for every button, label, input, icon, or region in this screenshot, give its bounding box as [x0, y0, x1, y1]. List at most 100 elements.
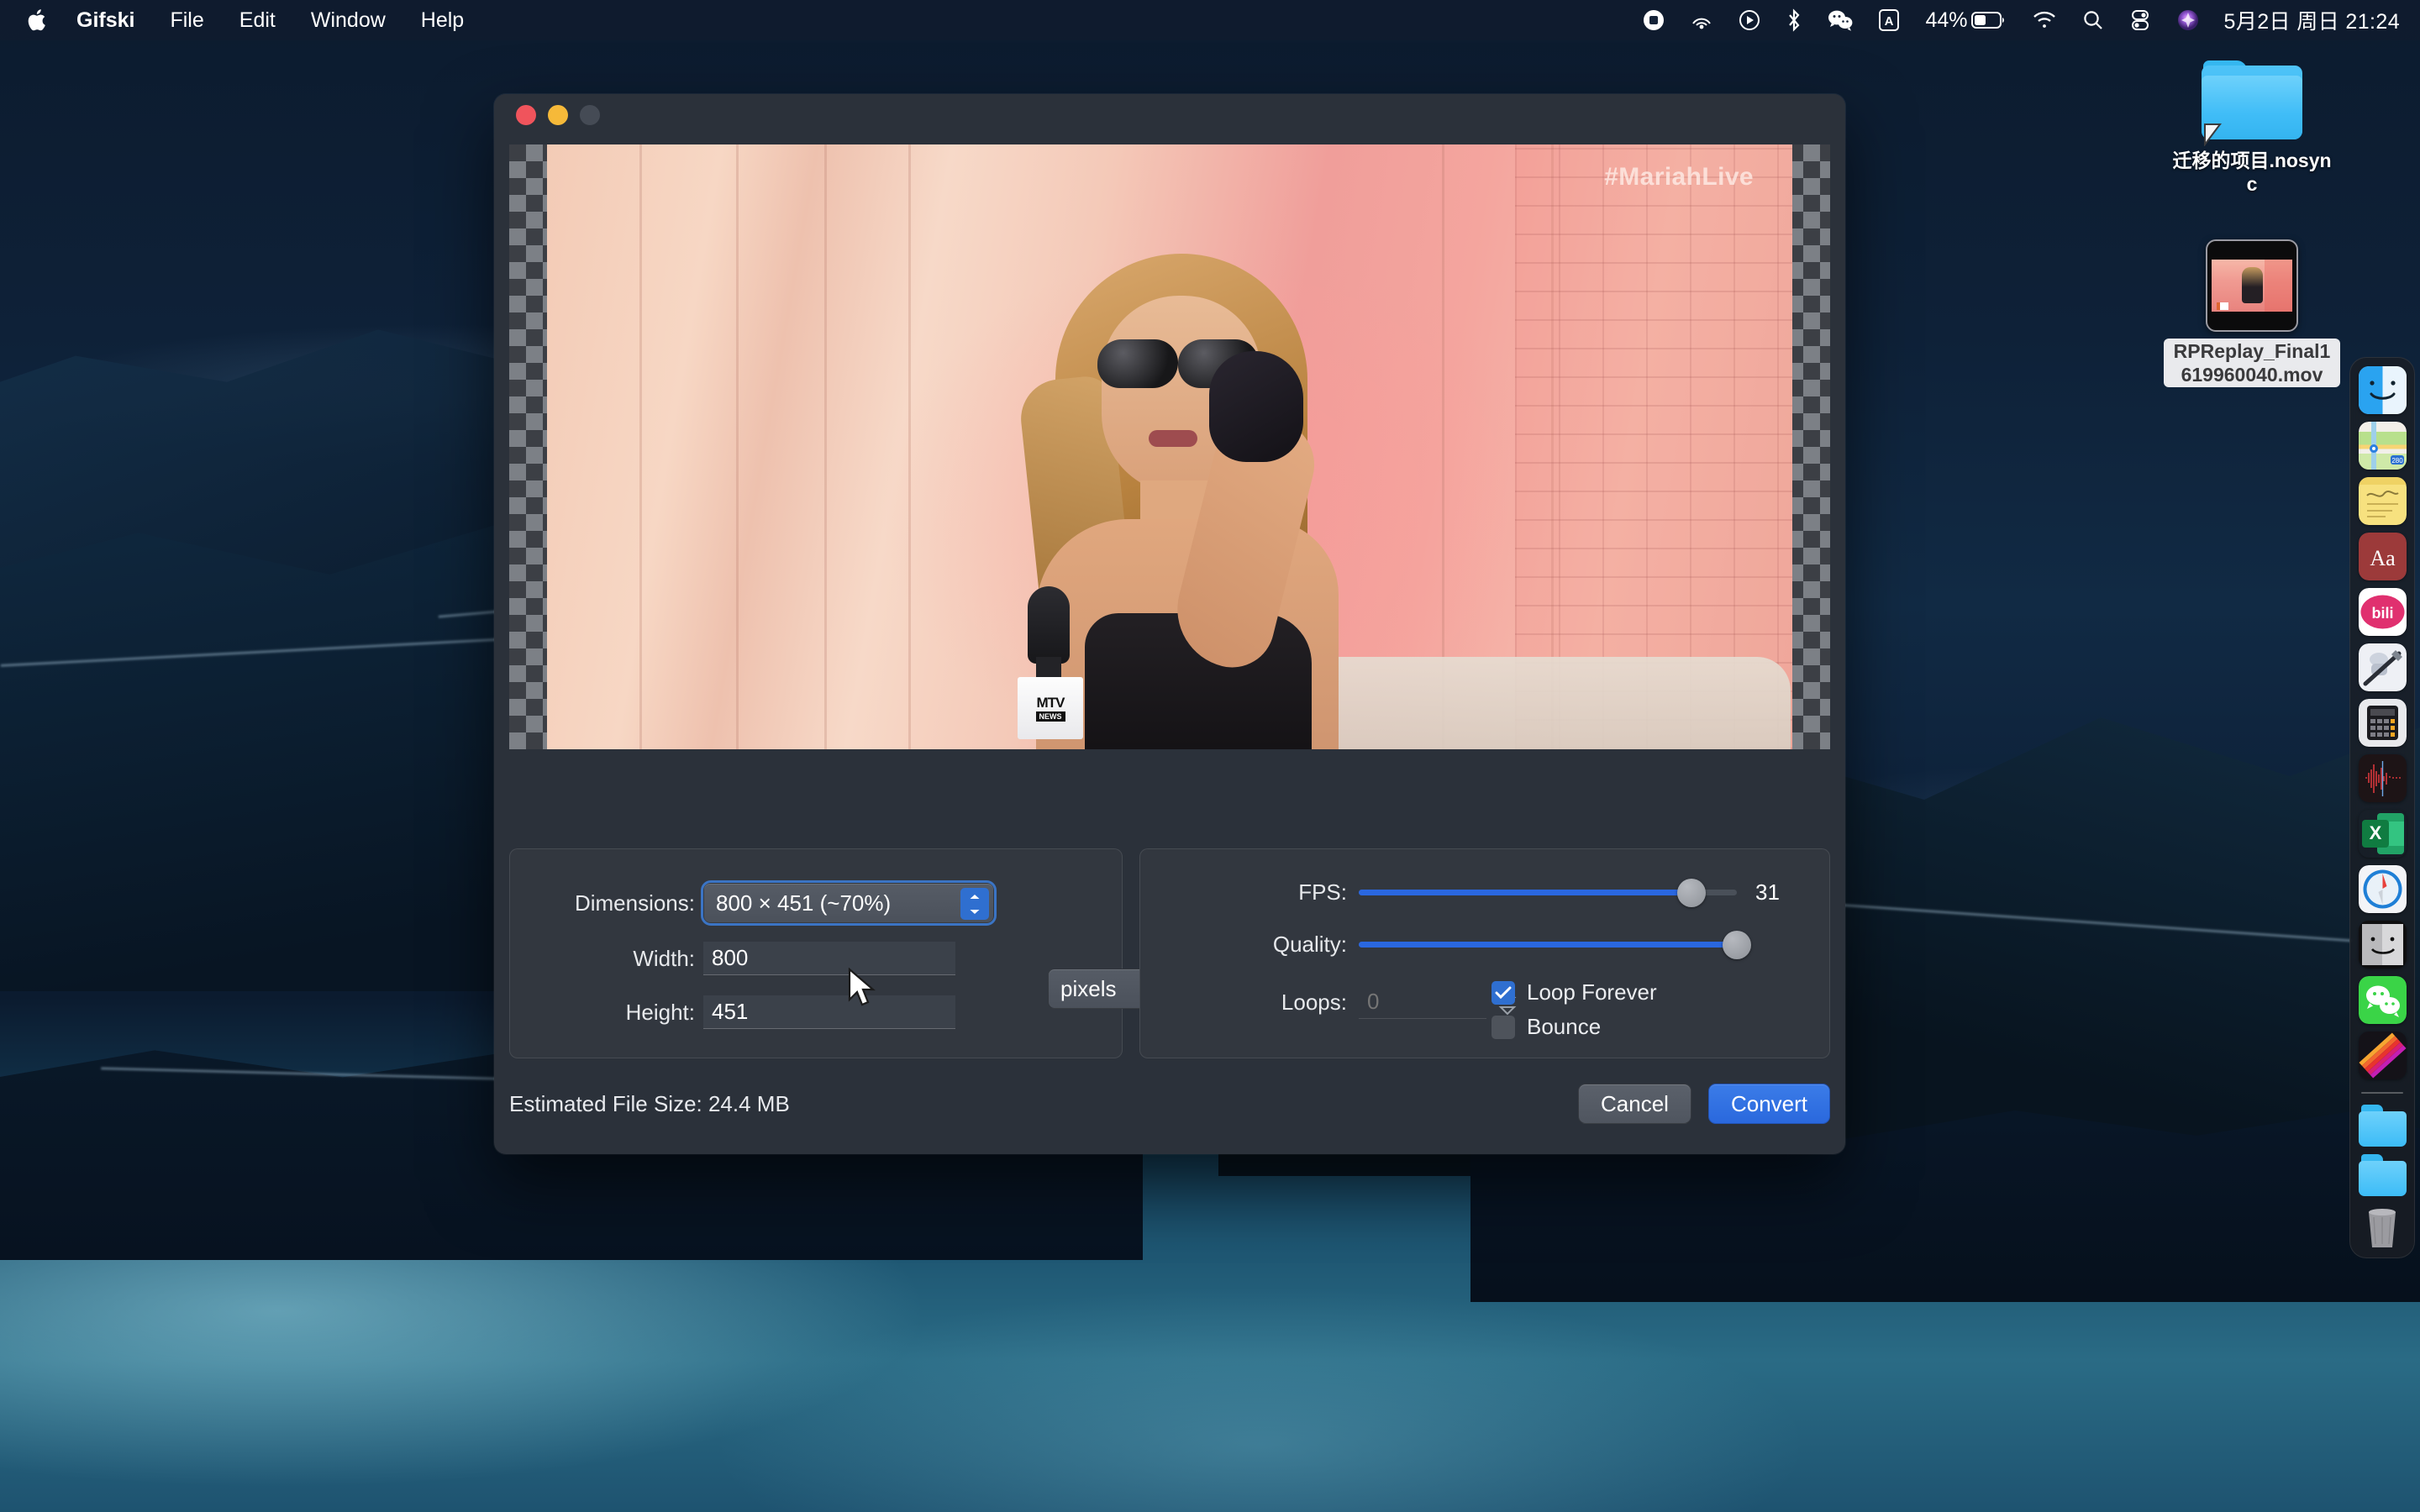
mic-brand-label: MTV — [1036, 694, 1065, 711]
footer-buttons: Cancel Convert — [1578, 1084, 1830, 1124]
mic-sub-label: NEWS — [1035, 711, 1065, 722]
bounce-label: Bounce — [1527, 1014, 1602, 1039]
desktop-icon-movie-file[interactable]: RPReplay_Final1619960040.mov — [2151, 239, 2353, 388]
video-subject: MTV NEWS — [984, 252, 1379, 749]
menu-item-file[interactable]: File — [152, 0, 221, 40]
wifi-icon[interactable] — [2019, 0, 2070, 40]
control-center-icon[interactable] — [2117, 0, 2164, 40]
slider-knob[interactable] — [1723, 930, 1751, 959]
screen-recording-stop-icon[interactable] — [1630, 0, 1677, 40]
now-playing-icon[interactable] — [1726, 0, 1773, 40]
dock-item-robot-tool[interactable] — [2358, 643, 2407, 691]
fps-value: 31 — [1755, 879, 1780, 905]
dock-item-notes[interactable] — [2358, 477, 2407, 525]
desktop-icon-label: 迁移的项目.nosync — [2172, 150, 2332, 196]
slider-fill — [1359, 942, 1737, 948]
dock-item-dictionary[interactable]: Aa — [2358, 533, 2407, 580]
loops-label: Loops: — [1281, 989, 1347, 1015]
estimated-file-size: Estimated File Size: 24.4 MB — [509, 1090, 790, 1116]
slider-fill — [1359, 890, 1691, 895]
dock-folder-downloads[interactable] — [2358, 1105, 2407, 1147]
height-input[interactable] — [703, 995, 955, 1029]
dock-item-gifski[interactable] — [2358, 1032, 2407, 1079]
dimensions-row: Dimensions: 800 × 451 (~70%) — [510, 880, 1122, 926]
fps-slider[interactable] — [1359, 878, 1737, 907]
siri-icon[interactable] — [2164, 0, 2212, 40]
dock-item-finder[interactable] — [2358, 366, 2407, 414]
dock-item-maps[interactable]: 280 — [2358, 422, 2407, 470]
glove — [1209, 351, 1303, 462]
folder-icon — [2202, 60, 2302, 146]
close-window-button[interactable] — [516, 105, 536, 125]
dimensions-value: 800 × 451 (~70%) — [716, 890, 892, 916]
dock-item-audio-waveform[interactable] — [2358, 754, 2407, 802]
menu-item-help[interactable]: Help — [403, 0, 481, 40]
dock-folder-documents[interactable] — [2358, 1154, 2407, 1196]
chevron-updown-icon — [960, 888, 989, 920]
svg-text:X: X — [2369, 822, 2381, 843]
input-source-abc-icon[interactable]: A — [1865, 0, 1912, 40]
menu-item-edit[interactable]: Edit — [222, 0, 293, 40]
desktop-icon-label: RPReplay_Final1619960040.mov — [2164, 339, 2340, 388]
minimize-window-button[interactable] — [548, 105, 568, 125]
microphone: MTV NEWS — [1018, 586, 1083, 749]
dock: 280 Aa bili X — [2349, 357, 2415, 1258]
loop-forever-row[interactable]: Loop Forever — [1491, 979, 1657, 1005]
quality-slider[interactable] — [1359, 930, 1751, 959]
zoom-window-button-disabled — [580, 105, 600, 125]
loops-input[interactable] — [1359, 985, 1486, 1019]
checkmark-icon — [1495, 986, 1512, 999]
folder-body — [2358, 1161, 2407, 1196]
bounce-checkbox[interactable] — [1491, 1015, 1515, 1039]
slider-knob[interactable] — [1677, 878, 1706, 907]
dock-item-safari[interactable] — [2358, 865, 2407, 913]
loops-row: Loops: — [1140, 985, 1829, 1019]
cancel-button[interactable]: Cancel — [1578, 1084, 1691, 1124]
dock-item-wechat[interactable] — [2358, 976, 2407, 1024]
dimensions-select[interactable]: 800 × 451 (~70%) — [701, 880, 997, 926]
quality-row: Quality: — [1140, 930, 1829, 959]
width-input[interactable] — [703, 942, 955, 975]
dock-trash-icon[interactable] — [2362, 1205, 2402, 1249]
mouse-cursor — [848, 968, 876, 1006]
svg-text:bili: bili — [2371, 605, 2393, 622]
loop-forever-checkbox[interactable] — [1491, 980, 1515, 1005]
window-footer: Estimated File Size: 24.4 MB Cancel Conv… — [509, 1084, 1830, 1124]
spotlight-search-icon[interactable] — [2070, 0, 2117, 40]
battery-status[interactable]: 44% — [1912, 0, 2018, 40]
dock-item-bilibili[interactable]: bili — [2358, 588, 2407, 636]
bluetooth-icon[interactable] — [1773, 0, 1815, 40]
bounce-row[interactable]: Bounce — [1491, 1014, 1657, 1040]
airplay-audio-icon[interactable] — [1677, 0, 1726, 40]
menu-bar-left: Gifski File Edit Window Help — [0, 0, 481, 40]
mic-flag: MTV NEWS — [1018, 677, 1083, 739]
battery-percent-label: 44% — [1925, 8, 1968, 32]
width-row: Width: — [510, 942, 1122, 975]
fps-row: FPS: 31 — [1140, 878, 1829, 907]
video-preview-area[interactable]: #MariahLive MTV NEWS — [509, 144, 1830, 749]
loop-options: Loop Forever Bounce — [1491, 979, 1657, 1048]
height-label: Height: — [625, 999, 695, 1025]
menu-bar: Gifski File Edit Window Help A 44% 5月2日 … — [0, 0, 2420, 40]
dimensions-panel: Dimensions: 800 × 451 (~70%) Width: Heig… — [509, 848, 1189, 1058]
dimensions-label: Dimensions: — [574, 890, 695, 916]
dock-divider — [2361, 1092, 2403, 1094]
wechat-icon[interactable] — [1815, 0, 1865, 40]
svg-text:280: 280 — [2391, 457, 2403, 465]
folder-body — [2358, 1111, 2407, 1147]
dock-item-calculator[interactable] — [2358, 699, 2407, 747]
menu-bar-clock[interactable]: 5月2日 周日 21:24 — [2212, 5, 2400, 35]
dictionary-glyph: Aa — [2370, 546, 2396, 570]
menu-item-window[interactable]: Window — [293, 0, 403, 40]
desktop-icon-folder-alias[interactable]: 迁移的项目.nosync — [2151, 60, 2353, 197]
mouth — [1149, 430, 1197, 447]
apple-logo-icon[interactable] — [24, 3, 52, 37]
menu-item-gifski[interactable]: Gifski — [59, 0, 152, 40]
window-titlebar[interactable] — [494, 94, 1845, 136]
dock-item-excel[interactable]: X — [2359, 810, 2407, 858]
dock-item-pathfinder[interactable] — [2358, 921, 2407, 969]
loop-forever-label: Loop Forever — [1527, 979, 1657, 1005]
convert-button[interactable]: Convert — [1707, 1084, 1830, 1124]
quality-label: Quality: — [1272, 932, 1347, 957]
height-row: Height: — [510, 995, 1122, 1029]
